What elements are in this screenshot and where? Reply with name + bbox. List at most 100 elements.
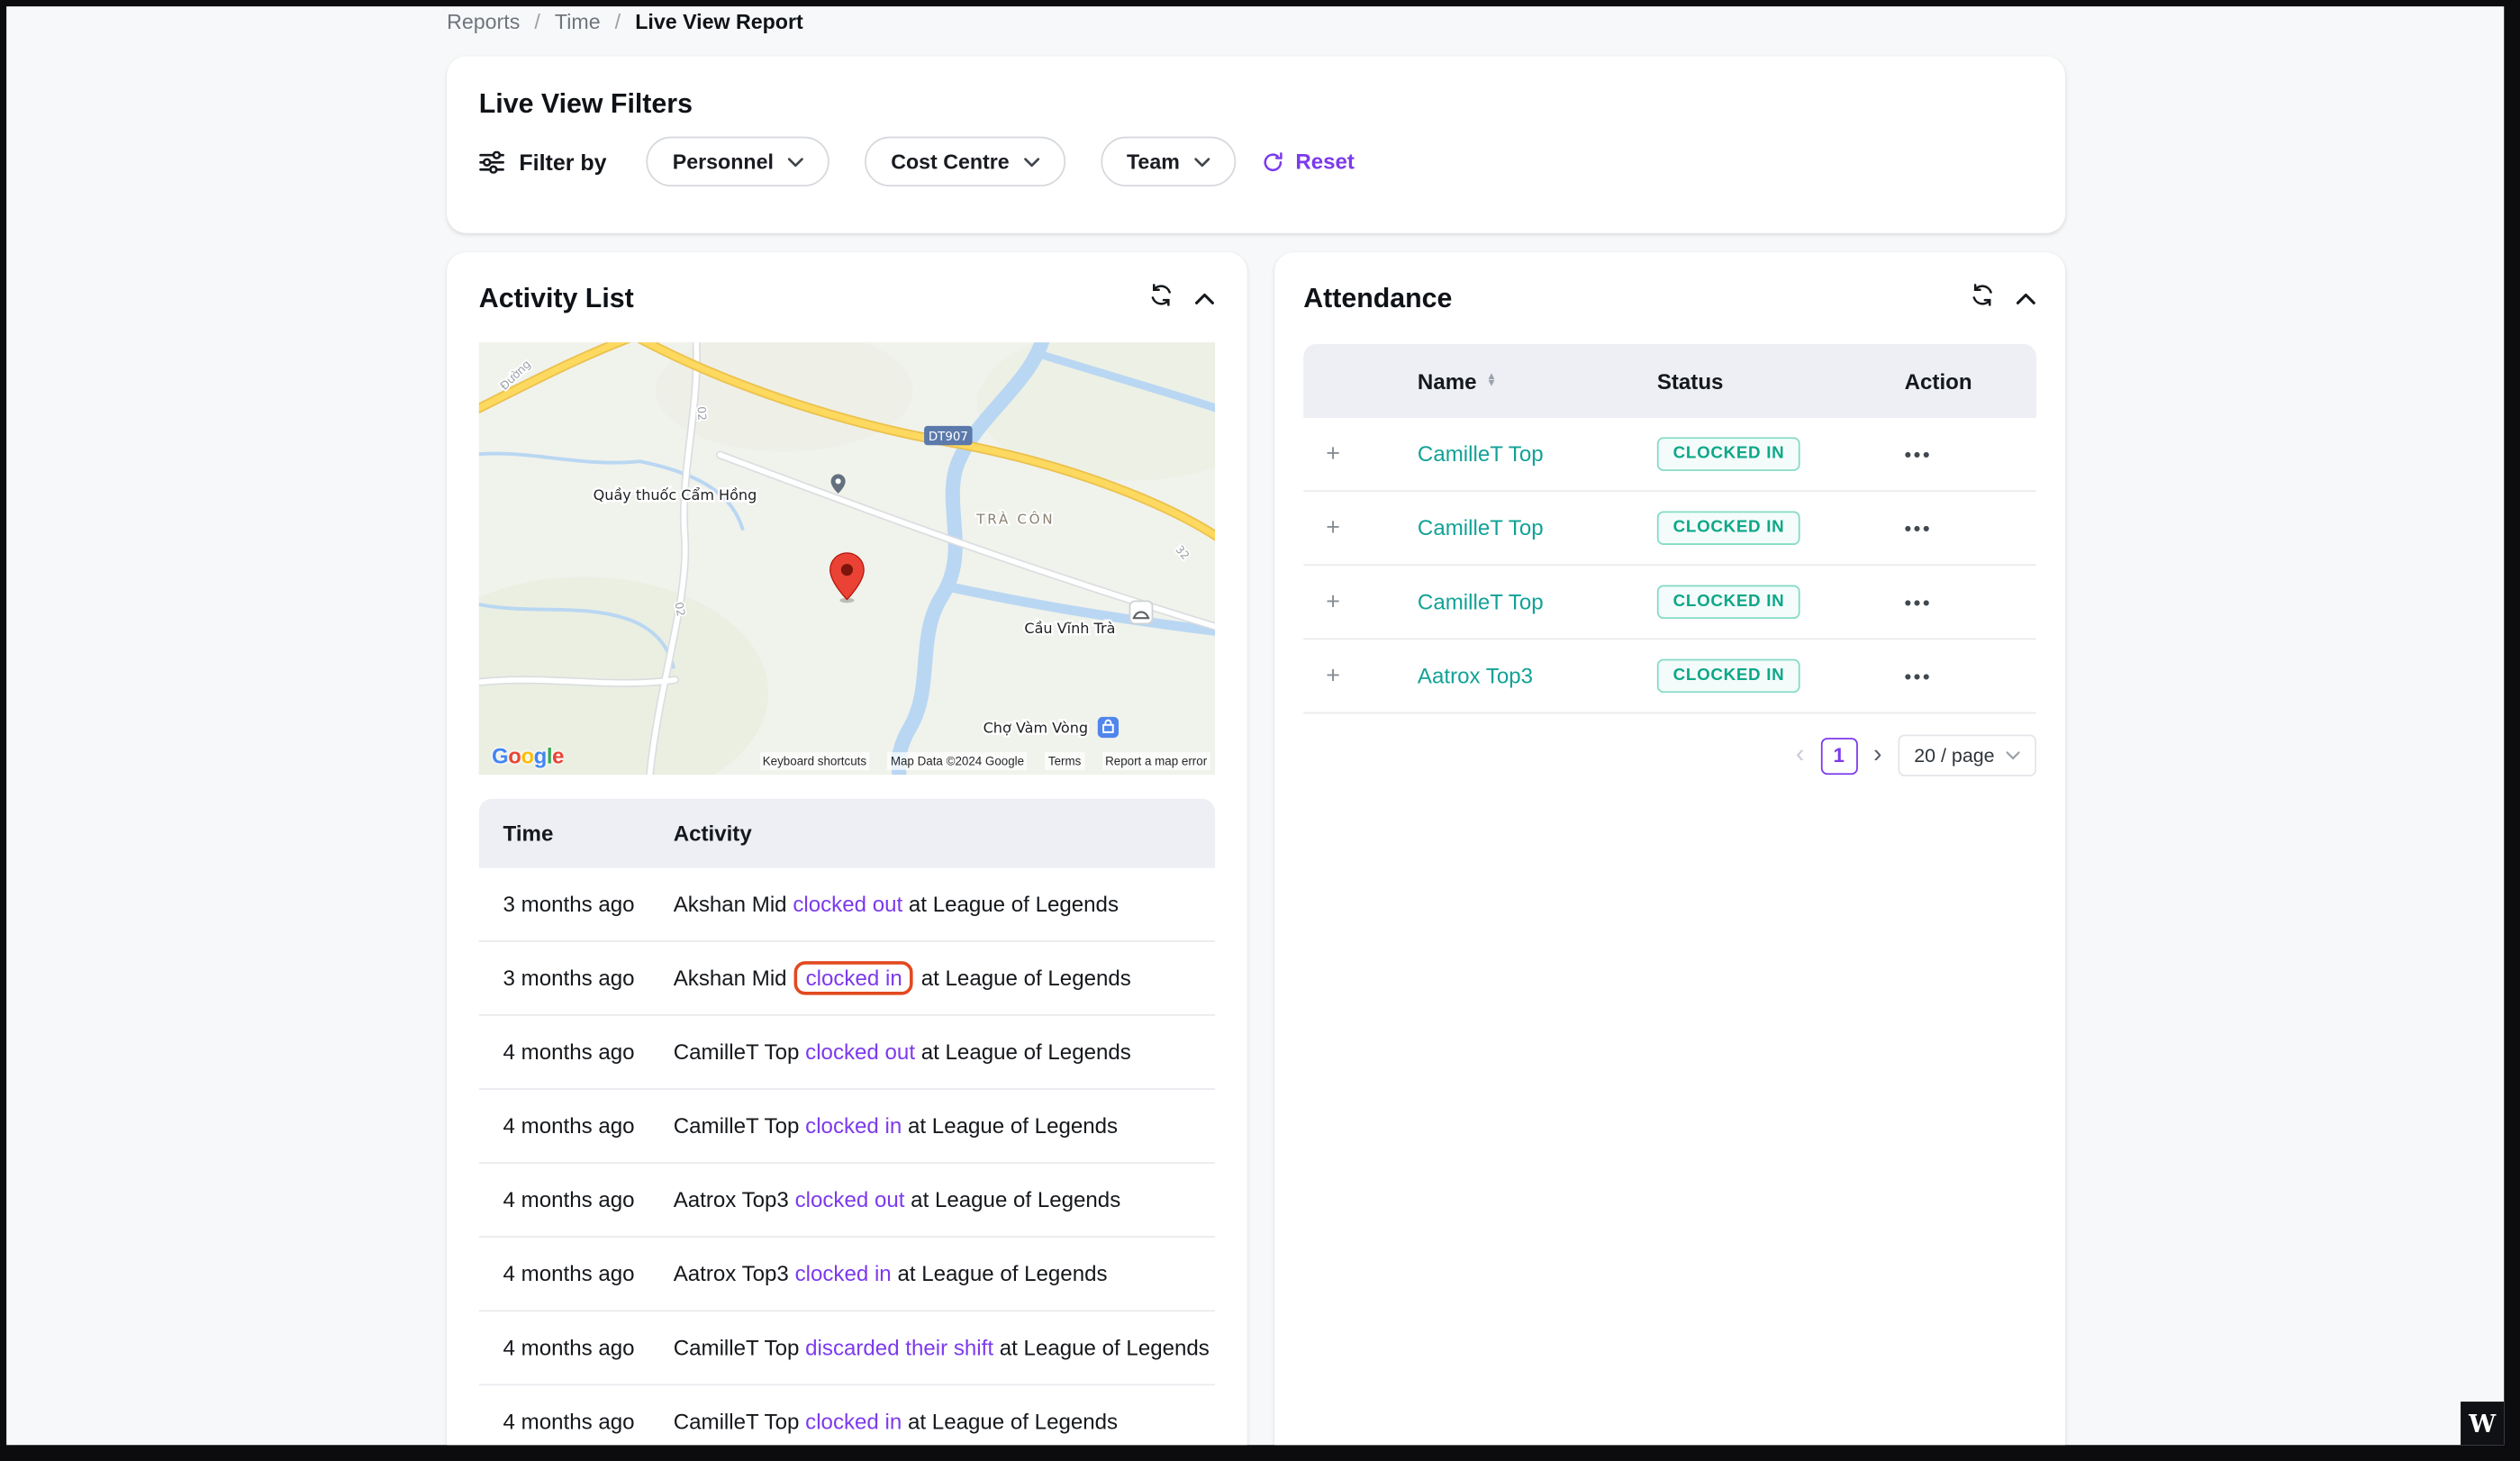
status-badge: CLOCKED IN	[1657, 585, 1800, 619]
report-map-error-link[interactable]: Report a map error	[1102, 752, 1210, 770]
filters-row: Filter by Personnel Cost Centre Team Res…	[479, 137, 2034, 186]
reset-label: Reset	[1295, 150, 1355, 174]
expand-row-button[interactable]: +	[1326, 442, 1340, 467]
personnel-filter-label: Personnel	[673, 150, 774, 174]
activity-actor: Aatrox Top3	[674, 1262, 789, 1286]
expand-row-button[interactable]: +	[1326, 664, 1340, 688]
attendance-name-link[interactable]: CamilleT Top	[1418, 516, 1544, 540]
expand-row-button[interactable]: +	[1326, 590, 1340, 614]
google-logo-letter: e	[552, 744, 564, 768]
chevron-down-icon	[788, 157, 804, 167]
time-column-header: Time	[479, 821, 674, 846]
google-logo[interactable]: Google	[492, 744, 564, 768]
refresh-activity-button[interactable]	[1149, 283, 1174, 315]
activity-table: Time Activity 3 months ago Akshan Mid cl…	[479, 799, 1215, 1459]
attendance-name-link[interactable]: CamilleT Top	[1418, 442, 1544, 467]
breadcrumb: Reports / Time / Live View Report	[447, 10, 803, 34]
cost-centre-filter-dropdown[interactable]: Cost Centre	[866, 137, 1066, 186]
team-filter-dropdown[interactable]: Team	[1101, 137, 1236, 186]
activity-row: 3 months ago Akshan Mid clocked in at Le…	[479, 942, 1215, 1016]
activity-actor: CamilleT Top	[674, 1336, 800, 1360]
activity-action-link[interactable]: clocked out	[793, 892, 902, 916]
breadcrumb-separator: /	[615, 10, 621, 34]
collapse-activity-button[interactable]	[1194, 285, 1215, 313]
activity-time: 4 months ago	[479, 1336, 674, 1360]
activity-suffix: at League of Legends	[921, 1040, 1131, 1065]
activity-action-link-highlighted[interactable]: clocked in	[794, 961, 913, 994]
road-label-02: 02	[673, 601, 689, 617]
page-size-select[interactable]: 20 / page	[1898, 735, 2036, 776]
activity-row: 4 months ago CamilleT Top clocked in at …	[479, 1090, 1215, 1164]
activity-description: Aatrox Top3 clocked in at League of Lege…	[674, 1262, 1108, 1286]
cost-centre-filter-label: Cost Centre	[891, 150, 1009, 174]
activity-time: 3 months ago	[479, 892, 674, 916]
prev-page-button[interactable]: ‹	[1796, 742, 1805, 768]
activity-action-link[interactable]: clocked out	[805, 1040, 915, 1065]
page-1-button[interactable]: 1	[1820, 737, 1857, 774]
activity-time: 4 months ago	[479, 1188, 674, 1212]
activity-time: 3 months ago	[479, 966, 674, 990]
personnel-filter-dropdown[interactable]: Personnel	[647, 137, 829, 186]
status-badge: CLOCKED IN	[1657, 659, 1800, 693]
breadcrumb-reports[interactable]: Reports	[447, 10, 520, 34]
keyboard-shortcuts-link[interactable]: Keyboard shortcuts	[759, 752, 869, 770]
status-column-header: Status	[1657, 369, 1905, 394]
chevron-up-icon	[2016, 293, 2036, 305]
activity-action-link[interactable]: clocked in	[795, 1262, 892, 1286]
attendance-name-link[interactable]: Aatrox Top3	[1418, 664, 1533, 688]
activity-action-link[interactable]: clocked in	[805, 1114, 902, 1139]
map[interactable]: DT907 Đường 02 02 32 Quầy thuốc Cẩm Hồng…	[479, 342, 1215, 775]
chevron-down-icon	[1024, 157, 1040, 167]
status-badge: CLOCKED IN	[1657, 512, 1800, 545]
activity-row: 4 months ago CamilleT Top discarded thei…	[479, 1311, 1215, 1385]
activity-description: CamilleT Top discarded their shift at Le…	[674, 1336, 1210, 1360]
activity-actor: Akshan Mid	[674, 966, 787, 990]
row-actions-button[interactable]: •••	[1905, 518, 1933, 540]
bridge-icon	[1130, 601, 1153, 623]
action-column-header: Action	[1905, 369, 2036, 394]
activity-actor: CamilleT Top	[674, 1114, 800, 1139]
sort-by-name-header[interactable]: Name ▲ ▼	[1418, 369, 1657, 394]
watermark-logo: W	[2461, 1402, 2504, 1445]
google-logo-letter: g	[534, 744, 547, 768]
attendance-name-link[interactable]: CamilleT Top	[1418, 590, 1544, 614]
activity-row: 4 months ago CamilleT Top clocked in at …	[479, 1385, 1215, 1459]
activity-action-link[interactable]: discarded their shift	[805, 1336, 993, 1360]
activity-action-link[interactable]: clocked out	[795, 1188, 905, 1212]
activity-actor: CamilleT Top	[674, 1410, 800, 1434]
filter-sliders-icon	[479, 150, 505, 173]
row-actions-button[interactable]: •••	[1905, 666, 1933, 688]
activity-list-title: Activity List	[479, 283, 634, 315]
attendance-table: Name ▲ ▼ Status Action + CamilleT Top CL…	[1303, 344, 2036, 713]
activity-actor: Akshan Mid	[674, 892, 787, 916]
terms-link[interactable]: Terms	[1045, 752, 1084, 770]
activity-suffix: at League of Legends	[908, 1410, 1118, 1434]
activity-actor: CamilleT Top	[674, 1040, 800, 1065]
row-actions-button[interactable]: •••	[1905, 592, 1933, 614]
sort-icon: ▲ ▼	[1486, 375, 1496, 387]
activity-suffix: at League of Legends	[897, 1262, 1107, 1286]
reset-icon	[1262, 150, 1284, 173]
map-attribution: Keyboard shortcuts Map Data ©2024 Google…	[759, 752, 1210, 770]
expand-row-button[interactable]: +	[1326, 516, 1340, 540]
activity-description: CamilleT Top clocked in at League of Leg…	[674, 1410, 1118, 1434]
team-filter-label: Team	[1127, 150, 1180, 174]
activity-time: 4 months ago	[479, 1262, 674, 1286]
chevron-up-icon	[1194, 293, 1215, 305]
filters-title: Live View Filters	[479, 88, 2034, 121]
activity-action-link[interactable]: clocked in	[805, 1410, 902, 1434]
refresh-attendance-button[interactable]	[1971, 283, 1995, 315]
filters-panel: Live View Filters Filter by Personnel Co…	[447, 56, 2065, 232]
breadcrumb-separator: /	[534, 10, 539, 34]
activity-suffix: at League of Legends	[1000, 1336, 1210, 1360]
row-actions-button[interactable]: •••	[1905, 444, 1933, 467]
activity-description: Aatrox Top3 clocked out at League of Leg…	[674, 1188, 1121, 1212]
chevron-down-icon	[2006, 750, 2020, 760]
activity-suffix: at League of Legends	[911, 1188, 1120, 1212]
map-data-text: Map Data ©2024 Google	[887, 752, 1027, 770]
breadcrumb-time[interactable]: Time	[555, 10, 601, 34]
activity-time: 4 months ago	[479, 1410, 674, 1434]
collapse-attendance-button[interactable]	[2016, 285, 2036, 313]
reset-filters-button[interactable]: Reset	[1262, 150, 1355, 174]
next-page-button[interactable]: ›	[1873, 742, 1882, 768]
